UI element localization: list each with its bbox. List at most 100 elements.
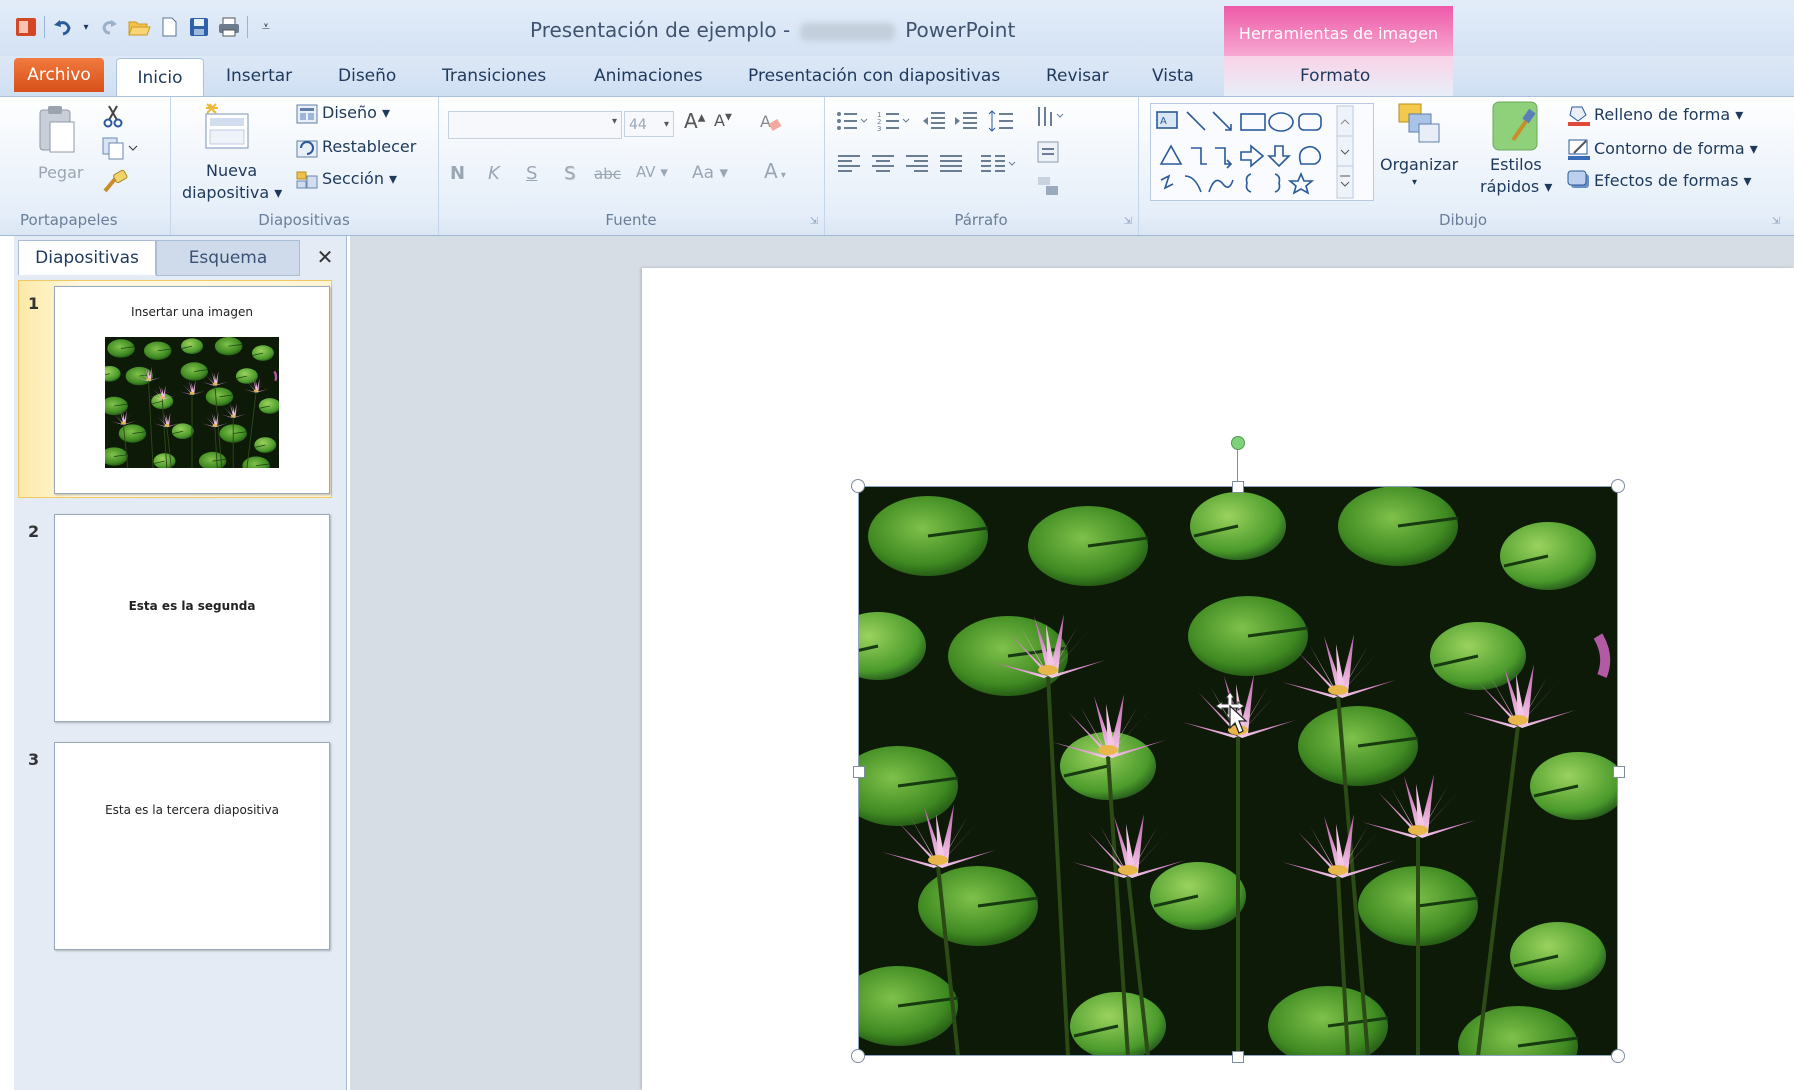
increase-indent-icon[interactable] [952,107,980,135]
customize-icon[interactable]: ⩡ [254,15,278,39]
layout-button[interactable]: Diseño ▾ [322,103,390,122]
save-icon[interactable] [187,15,211,39]
tab-vista[interactable]: Vista [1152,56,1194,96]
redo-icon[interactable] [97,15,121,39]
parrafo-dialog-launcher-icon[interactable]: ⇲ [1124,216,1132,227]
resize-handle-right[interactable] [1613,766,1625,778]
rotation-handle[interactable] [1231,436,1245,450]
thumbnail-water-lily-image [105,337,279,468]
cut-icon[interactable] [100,103,126,129]
quick-styles-button-line2[interactable]: rápidos ▾ [1480,177,1552,196]
new-icon[interactable] [157,15,181,39]
shape-fill-button[interactable]: Relleno de forma ▾ [1594,105,1743,124]
new-slide-icon[interactable] [202,101,252,155]
align-right-icon[interactable] [902,149,932,177]
tab-esquema-panel[interactable]: Esquema [156,240,300,276]
move-cursor-icon [1214,690,1254,736]
resize-handle-left[interactable] [853,766,865,778]
reset-icon[interactable] [296,137,318,159]
change-case-button[interactable]: Aa ▾ [692,163,728,183]
new-slide-button-line1[interactable]: Nueva [206,161,257,180]
shapes-gallery[interactable]: A [1150,103,1374,201]
align-text-icon[interactable] [1034,137,1070,167]
tab-animaciones[interactable]: Animaciones [594,56,703,96]
slide-thumbnail-1[interactable]: Insertar una imagen [54,286,330,494]
shrink-font-button[interactable]: A▼ [714,111,732,130]
line-spacing-icon[interactable] [986,107,1022,135]
undo-dropdown-icon[interactable]: ▾ [81,15,91,39]
layout-icon[interactable] [296,103,318,125]
tab-inicio[interactable]: Inicio [116,58,204,97]
group-diapositivas: Nueva diapositiva ▾ Diseño ▾ Restablecer… [170,97,439,235]
underline-button[interactable]: S [526,163,537,184]
shadow-button[interactable]: S [564,163,575,184]
resize-handle-top-left[interactable] [851,479,865,493]
resize-handle-bottom[interactable] [1232,1051,1244,1063]
tab-revisar[interactable]: Revisar [1046,56,1109,96]
slide-thumbnail-2[interactable]: Esta es la segunda [54,514,330,722]
grow-font-button[interactable]: A▲ [684,109,705,133]
tab-archivo[interactable]: Archivo [14,58,104,92]
bold-button[interactable]: N [450,163,465,184]
align-center-icon[interactable] [868,149,898,177]
bullets-icon[interactable] [834,107,870,135]
arrange-icon[interactable] [1394,99,1444,149]
justify-icon[interactable] [936,149,966,177]
tab-diapositivas-panel[interactable]: Diapositivas [18,240,156,275]
shape-fill-icon[interactable] [1566,103,1592,127]
font-name-combo[interactable]: ▾ [448,111,622,139]
shape-outline-icon[interactable] [1566,137,1592,161]
group-fuente: ▾ 44 ▾ A▲ A▼ A N K S S abc AV ▾ Aa ▾ A ▾… [438,97,825,235]
strikethrough-button[interactable]: abc [594,165,621,183]
arrange-dropdown-icon[interactable]: ▾ [1412,177,1417,188]
quick-styles-icon[interactable] [1490,99,1540,153]
rotation-handle-stem [1237,446,1238,486]
reset-button[interactable]: Restablecer [322,137,416,156]
tab-insertar[interactable]: Insertar [226,56,292,96]
columns-icon[interactable] [978,149,1018,177]
shape-effects-button[interactable]: Efectos de formas ▾ [1594,171,1752,190]
paste-icon[interactable] [34,103,78,155]
smartart-icon[interactable] [1034,171,1070,201]
numbering-icon[interactable]: 123 [876,107,912,135]
tab-diseno[interactable]: Diseño [338,56,396,96]
print-icon[interactable] [217,15,241,39]
resize-handle-top-right[interactable] [1611,479,1625,493]
quick-styles-button-line1[interactable]: Estilos [1490,155,1542,174]
italic-button[interactable]: K [488,163,500,184]
tab-presentacion[interactable]: Presentación con diapositivas [748,56,1000,96]
undo-icon[interactable] [51,15,75,39]
section-button[interactable]: Sección ▾ [322,169,397,188]
slide-thumbnail-3[interactable]: Esta es la tercera diapositiva [54,742,330,950]
copy-icon[interactable] [100,135,140,161]
new-slide-button-line2[interactable]: diapositiva ▾ [182,183,282,202]
shape-effects-icon[interactable] [1566,169,1592,193]
powerpoint-logo-icon[interactable] [14,15,38,39]
font-color-button[interactable]: A ▾ [764,159,786,183]
arrange-button[interactable]: Organizar [1380,155,1458,174]
section-icon[interactable] [296,169,318,191]
selected-water-lily-picture[interactable] [858,486,1618,1056]
font-name-dropdown-icon[interactable]: ▾ [612,116,617,127]
clear-formatting-icon[interactable]: A [756,107,786,137]
tab-transiciones[interactable]: Transiciones [442,56,546,96]
text-direction-icon[interactable] [1034,103,1070,133]
font-size-dropdown-icon[interactable]: ▾ [664,112,669,138]
char-spacing-button[interactable]: AV ▾ [636,163,668,181]
open-icon[interactable] [127,15,151,39]
shape-outline-button[interactable]: Contorno de forma ▾ [1594,139,1758,158]
resize-handle-bottom-left[interactable] [851,1049,865,1063]
close-panel-icon[interactable]: ✕ [310,240,340,274]
resize-handle-bottom-right[interactable] [1611,1049,1625,1063]
format-painter-icon[interactable] [100,169,130,195]
dibujo-dialog-launcher-icon[interactable]: ⇲ [1772,216,1780,227]
paste-button[interactable]: Pegar [38,163,83,182]
fuente-dialog-launcher-icon[interactable]: ⇲ [810,216,818,227]
resize-handle-top[interactable] [1232,481,1244,493]
group-label-dibujo: Dibujo [1438,211,1488,229]
align-left-icon[interactable] [834,149,864,177]
decrease-indent-icon[interactable] [920,107,948,135]
font-size-combo[interactable]: 44 ▾ [624,111,674,137]
change-case-label: Aa [692,163,715,183]
tab-formato[interactable]: Formato [1300,56,1370,96]
